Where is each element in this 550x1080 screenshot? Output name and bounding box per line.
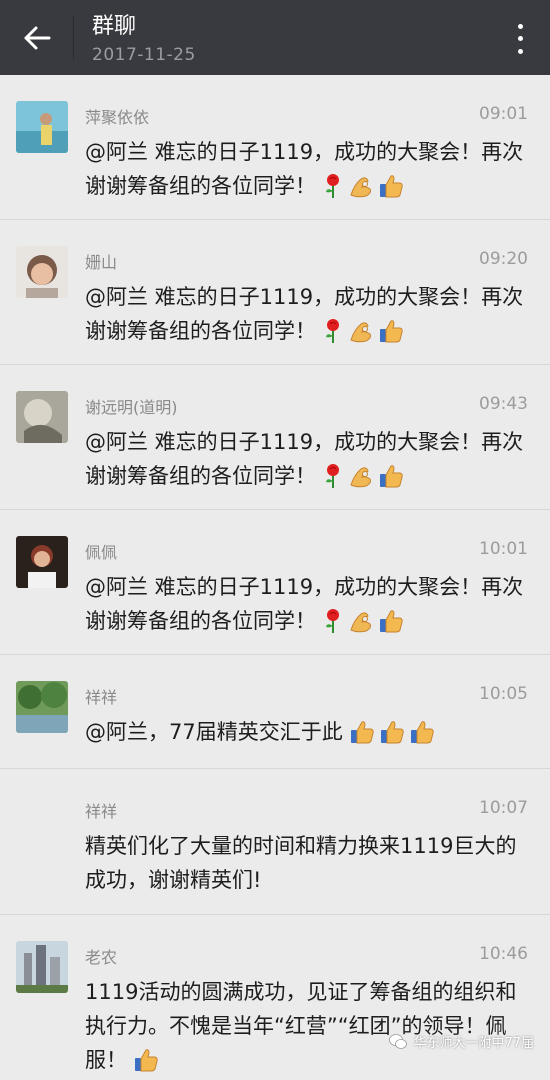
message-time: 10:07 [479,798,528,818]
thumbs-up-emoji [410,721,434,744]
ok-hand-emoji [350,322,371,343]
sender-name: 祥祥 [85,802,118,821]
emoji-group [322,463,408,489]
message-item[interactable]: 佩佩 10:01 @阿兰 难忘的日子1119，成功的大聚会！再次谢谢筹备组的各位… [0,510,550,655]
message-time: 10:05 [479,684,528,704]
thumbs-up-emoji [380,320,403,343]
thumbs-up-emoji [380,610,403,633]
wechat-watermark: 华东师大一附中77届 [389,1032,534,1051]
emoji-group [349,719,439,745]
ok-hand-emoji [350,612,371,633]
header-divider [73,16,74,60]
message-item[interactable]: 谢远明(道明) 09:43 @阿兰 难忘的日子1119，成功的大聚会！再次谢谢筹… [0,365,550,510]
sender-name: 姗山 [85,253,118,272]
message-body: 精英们化了大量的时间和精力换来1119巨大的成功，谢谢精英们! [85,834,517,892]
rose-emoji [326,609,339,633]
message-time: 10:01 [479,539,528,559]
avatar[interactable] [16,536,68,588]
thumbs-up-emoji [350,721,374,744]
thumbs-up-emoji [380,465,403,488]
ok-hand-emoji [350,467,371,488]
message-time: 09:43 [479,394,528,414]
message-time: 10:46 [479,944,528,964]
back-button[interactable] [14,18,60,58]
message-item[interactable]: 老农 10:46 1119活动的圆满成功，见证了筹备组的组织和执行力。不愧是当年… [0,915,550,1080]
thumbs-up-emoji [135,1049,158,1072]
emoji-group [322,608,408,634]
sender-name: 谢远明(道明) [85,398,178,417]
avatar[interactable] [16,941,68,993]
thumbs-up-emoji [380,175,403,198]
more-menu-button[interactable] [510,20,530,58]
message-body: @阿兰 难忘的日子1119，成功的大聚会！再次谢谢筹备组的各位同学！ [85,575,524,633]
rose-emoji [326,464,339,488]
more-dots-icon [517,23,523,29]
chat-date: 2017-11-25 [92,45,196,65]
sender-name: 萍聚依依 [85,108,150,127]
rose-emoji [326,174,339,198]
chat-title: 群聊 [92,14,137,39]
sender-name: 佩佩 [85,543,118,562]
ok-hand-emoji [350,177,371,198]
thumbs-up-emoji [380,721,404,744]
avatar[interactable] [16,246,68,298]
message-item[interactable]: 祥祥 10:07 精英们化了大量的时间和精力换来1119巨大的成功，谢谢精英们! [0,769,550,915]
emoji-group [322,173,408,199]
message-time: 09:20 [479,249,528,269]
wechat-logo-icon [389,1033,408,1049]
message-text: 精英们化了大量的时间和精力换来1119巨大的成功，谢谢精英们! [85,829,530,897]
chat-header: 群聊 2017-11-25 [0,0,550,75]
rose-emoji [326,319,339,343]
message-text: 1119活动的圆满成功，见证了筹备组的组织和执行力。不愧是当年“红营”“红团”的… [85,975,530,1077]
emoji-group [133,1047,163,1073]
message-body: @阿兰 难忘的日子1119，成功的大聚会！再次谢谢筹备组的各位同学！ [85,140,524,198]
message-list[interactable]: 萍聚依依 09:01 @阿兰 难忘的日子1119，成功的大聚会！再次谢谢筹备组的… [0,75,550,1080]
message-text: @阿兰 难忘的日子1119，成功的大聚会！再次谢谢筹备组的各位同学！ [85,280,530,348]
message-time: 09:01 [479,104,528,124]
message-item[interactable]: 祥祥 10:05 @阿兰，77届精英交汇于此 [0,655,550,769]
message-text: @阿兰 难忘的日子1119，成功的大聚会！再次谢谢筹备组的各位同学！ [85,570,530,638]
message-body: @阿兰 难忘的日子1119，成功的大聚会！再次谢谢筹备组的各位同学！ [85,430,524,488]
emoji-group [322,318,408,344]
arrow-left-icon [24,26,51,50]
sender-name: 祥祥 [85,688,118,707]
message-body: @阿兰 难忘的日子1119，成功的大聚会！再次谢谢筹备组的各位同学！ [85,285,524,343]
message-text: @阿兰，77届精英交汇于此 [85,715,530,749]
message-text: @阿兰 难忘的日子1119，成功的大聚会！再次谢谢筹备组的各位同学！ [85,425,530,493]
avatar[interactable] [16,681,68,733]
avatar[interactable] [16,101,68,153]
sender-name: 老农 [85,948,118,967]
message-text: @阿兰 难忘的日子1119，成功的大聚会！再次谢谢筹备组的各位同学！ [85,135,530,203]
avatar[interactable] [16,391,68,443]
message-item[interactable]: 姗山 09:20 @阿兰 难忘的日子1119，成功的大聚会！再次谢谢筹备组的各位… [0,220,550,365]
message-body: @阿兰，77届精英交汇于此 [85,720,343,744]
message-item[interactable]: 萍聚依依 09:01 @阿兰 难忘的日子1119，成功的大聚会！再次谢谢筹备组的… [0,75,550,220]
watermark-text: 华东师大一附中77届 [413,1036,534,1051]
